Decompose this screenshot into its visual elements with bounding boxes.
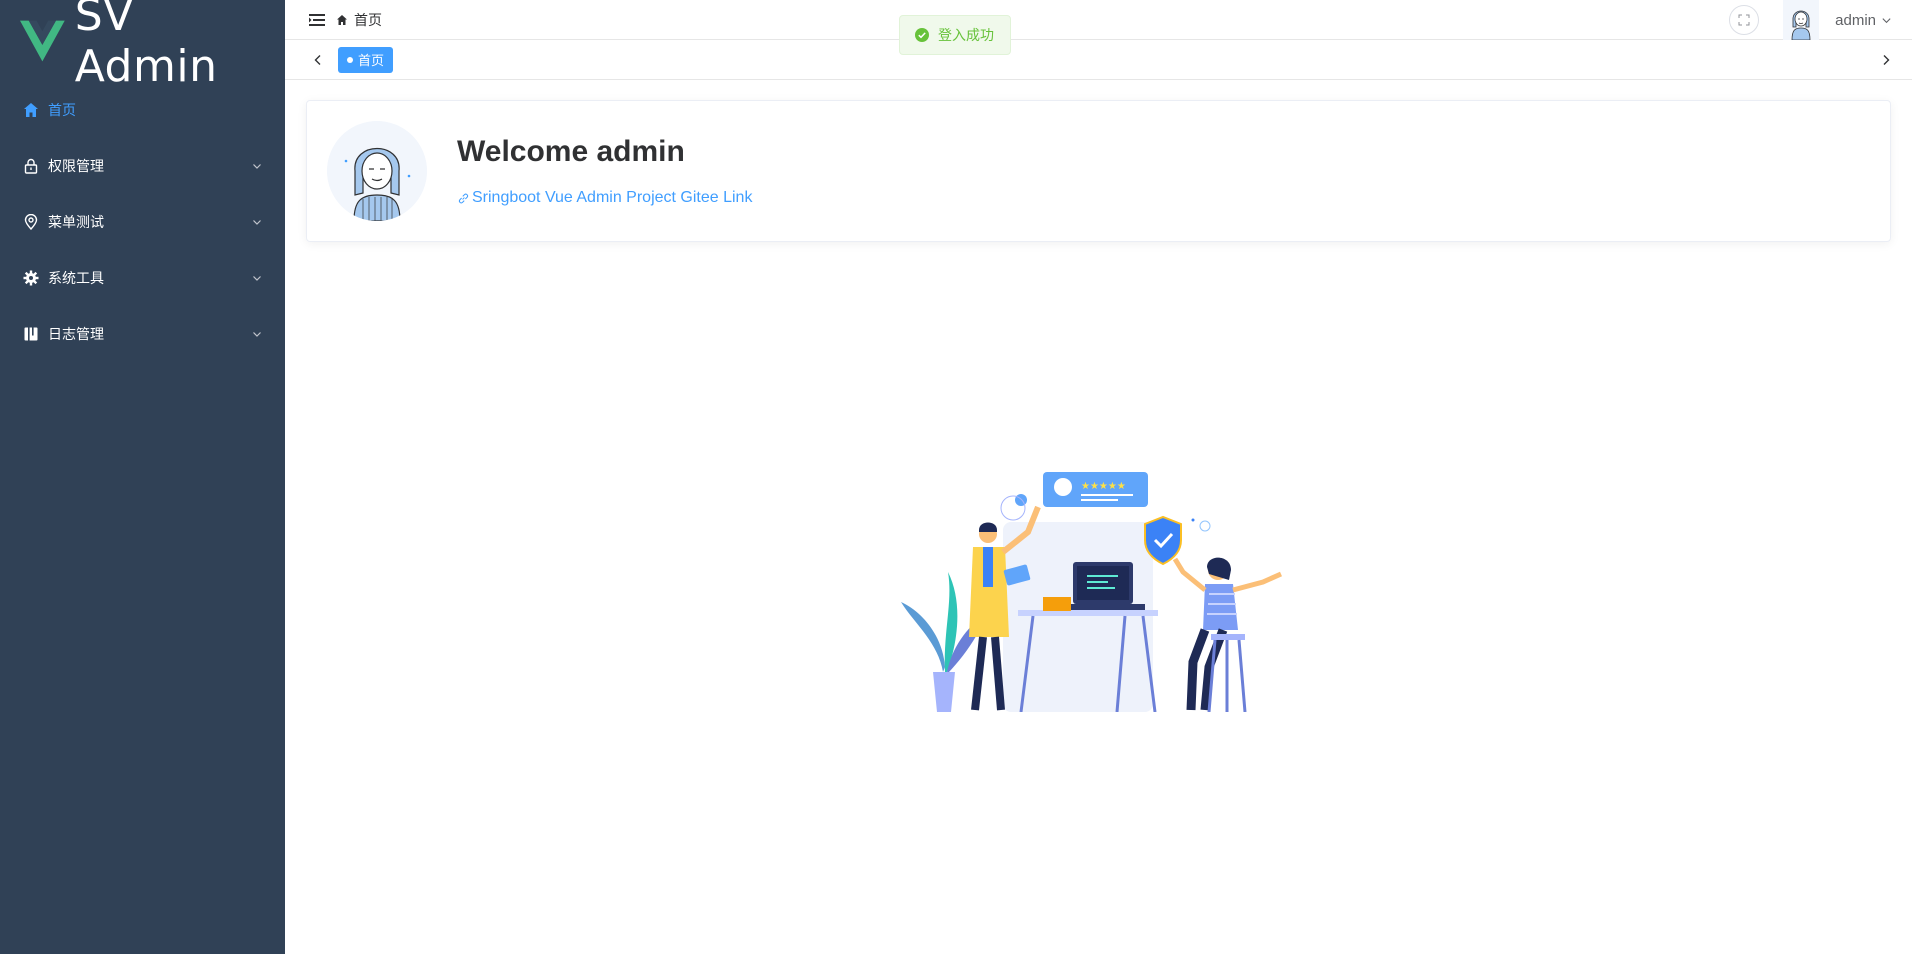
sidebar-item-label: 菜单测试 — [48, 214, 104, 230]
home-icon — [337, 14, 347, 25]
fullscreen-icon — [1738, 14, 1750, 26]
breadcrumb-item[interactable]: 首页 — [354, 10, 382, 30]
chevron-down-icon — [253, 164, 261, 169]
app-root: SV Admin 首页 权限管理 菜单测试 系统工具 日志管理 首页 admin… — [0, 0, 1912, 954]
tag-active-dot — [347, 56, 353, 63]
chevron-down-icon — [1882, 17, 1891, 23]
chevron-down-icon — [253, 220, 261, 225]
chevron-right-icon — [1883, 54, 1890, 65]
log-icon — [22, 325, 40, 343]
location-icon — [22, 213, 40, 231]
tag-home[interactable]: 首页 — [338, 46, 394, 73]
chevron-down-icon — [253, 276, 261, 281]
welcome-card: Welcome admin Sringboot Vue Admin Projec… — [306, 100, 1891, 242]
sidebar-item-label: 系统工具 — [48, 270, 104, 286]
welcome-text: Welcome admin Sringboot Vue Admin Projec… — [457, 135, 752, 207]
logo[interactable]: SV Admin — [0, 0, 285, 92]
dashboard-illustration: ★★★★★ — [901, 472, 1283, 712]
link-icon — [458, 193, 469, 203]
main-area: 首页 admin 首页 登入成功 Welcome admin Sringboot… — [285, 0, 1912, 954]
tags-scroll-left[interactable] — [307, 49, 329, 71]
sidebar-item-label: 权限管理 — [48, 158, 104, 174]
sidebar-menu: 首页 权限管理 菜单测试 系统工具 日志管理 — [0, 82, 285, 362]
home-icon — [22, 101, 40, 119]
sidebar: SV Admin 首页 权限管理 菜单测试 系统工具 日志管理 — [0, 0, 285, 954]
chevron-down-icon — [253, 332, 261, 337]
sidebar-item-logs[interactable]: 日志管理 — [0, 306, 285, 362]
dashboard-content: Welcome admin Sringboot Vue Admin Projec… — [285, 80, 1912, 262]
tags-view: 首页 — [285, 40, 1912, 80]
welcome-title: Welcome admin — [457, 135, 685, 168]
lock-icon — [22, 157, 40, 175]
user-menu[interactable]: admin — [1835, 12, 1892, 29]
chevron-left-icon — [314, 54, 321, 65]
success-check-icon — [915, 28, 929, 42]
breadcrumb: 首页 — [336, 10, 382, 30]
tag-label: 首页 — [358, 53, 385, 68]
gitee-link-text: Sringboot Vue Admin Project Gitee Link — [472, 189, 753, 206]
toast-message: 登入成功 — [938, 27, 994, 43]
username-label: admin — [1835, 11, 1876, 29]
sidebar-item-permissions[interactable]: 权限管理 — [0, 138, 285, 194]
hamburger-icon[interactable] — [308, 11, 326, 29]
navbar: 首页 admin — [285, 0, 1912, 40]
logo-text: SV Admin — [74, 0, 218, 92]
vue-logo-icon — [20, 20, 65, 62]
gear-icon — [22, 269, 40, 287]
avatar[interactable] — [1783, 0, 1820, 40]
sidebar-item-label: 首页 — [48, 102, 76, 118]
welcome-avatar — [327, 121, 427, 221]
sidebar-item-label: 日志管理 — [48, 326, 104, 342]
user-illustration-icon — [327, 121, 427, 221]
avatar-icon — [1783, 0, 1820, 40]
sidebar-item-system-tools[interactable]: 系统工具 — [0, 250, 285, 306]
success-toast: 登入成功 — [899, 15, 1011, 55]
gitee-link[interactable]: Sringboot Vue Admin Project Gitee Link — [457, 189, 752, 207]
sidebar-item-menu-test[interactable]: 菜单测试 — [0, 194, 285, 250]
tags-scroll-right[interactable] — [1875, 49, 1897, 71]
fullscreen-button[interactable] — [1729, 5, 1760, 35]
svg-text:★★★★★: ★★★★★ — [1081, 481, 1126, 492]
navbar-right: admin — [1729, 0, 1892, 40]
